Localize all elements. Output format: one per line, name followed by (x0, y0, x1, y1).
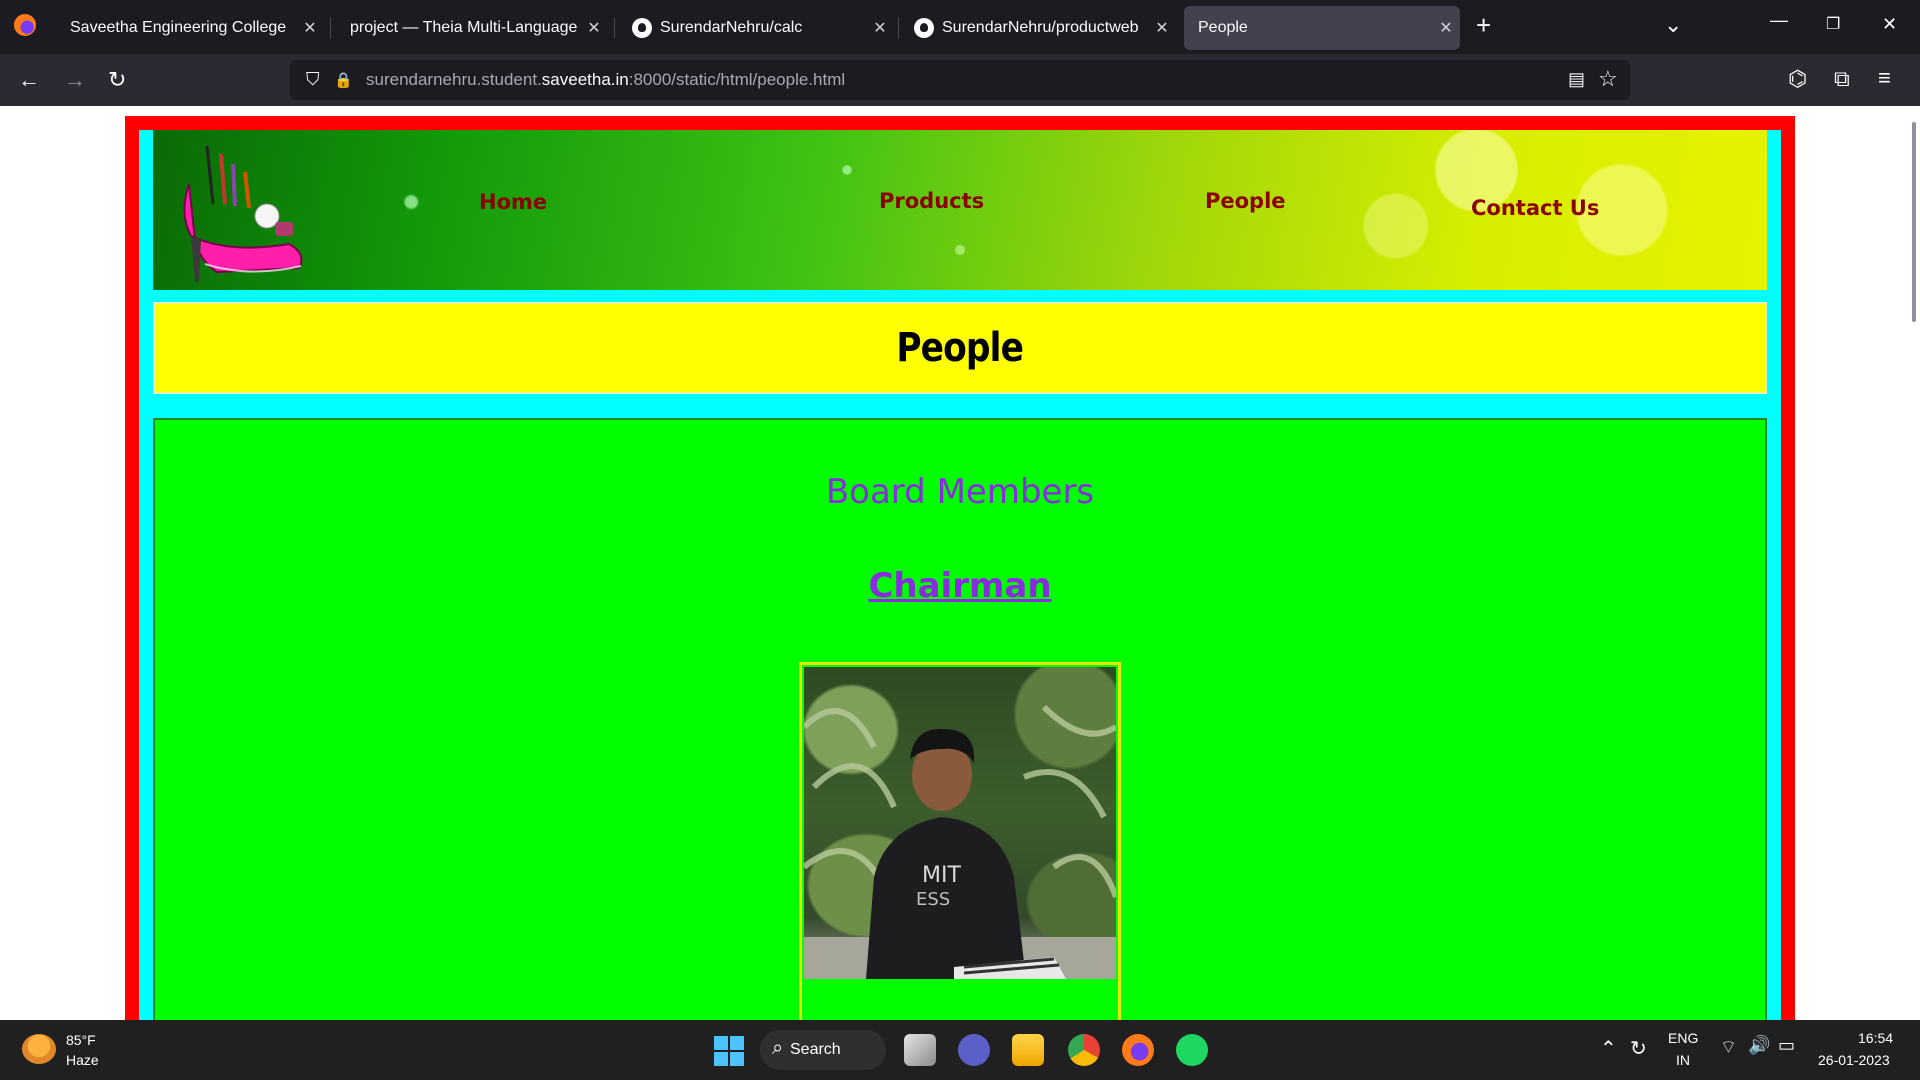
list-all-tabs-icon[interactable]: ⌄ (1664, 12, 1682, 38)
menu-link-home[interactable]: Home (479, 190, 547, 214)
wifi-icon[interactable]: ⌔ (1720, 1036, 1737, 1059)
menu-link-contact-us[interactable]: Contact Us (1471, 196, 1599, 220)
tab-saveetha[interactable]: Saveetha Engineering College ✕ (56, 6, 324, 50)
restore-icon[interactable]: ❐ (1826, 14, 1840, 34)
shoe-logo-icon (183, 145, 303, 282)
clock-date[interactable]: 26-01-2023 (1818, 1052, 1890, 1068)
url-suffix: :8000/static/html/people.html (628, 70, 846, 89)
page-title: People (896, 325, 1025, 371)
reload-button[interactable]: ↻ (108, 66, 126, 94)
tab-title: People (1198, 19, 1248, 36)
tab-github-calc[interactable]: SurendarNehru/calc ✕ (618, 6, 894, 50)
person-portrait-icon: MIT ESS (804, 704, 1116, 979)
chairman-link[interactable]: Chairman (155, 566, 1765, 606)
chevron-up-icon[interactable]: ⌃ (1600, 1036, 1617, 1061)
lock-icon[interactable]: 🔒 (334, 71, 353, 89)
extensions-icon[interactable]: ⧉ (1834, 65, 1850, 93)
pocket-icon[interactable]: ⌬ (1788, 65, 1807, 93)
close-tab-icon[interactable]: ✕ (296, 18, 324, 38)
url-text[interactable]: surendarnehru.student.saveetha.in:8000/s… (366, 70, 845, 90)
chat-icon[interactable] (958, 1034, 990, 1066)
content-section: Board Members Chairman MIT ESS (153, 418, 1767, 1020)
chairman-photo: MIT ESS (804, 667, 1116, 979)
close-tab-icon[interactable]: ✕ (580, 18, 608, 38)
language-indicator[interactable]: ENG (1668, 1030, 1698, 1046)
svg-text:ESS: ESS (916, 889, 950, 910)
weather-temperature[interactable]: 85°F (66, 1032, 96, 1048)
close-tab-icon[interactable]: ✕ (1432, 18, 1460, 38)
url-prefix: surendarnehru.student. (366, 70, 542, 89)
page-viewport[interactable]: Home Products People Contact Us People B… (0, 106, 1920, 1020)
tab-title: SurendarNehru/productweb (942, 19, 1139, 36)
inner-frame: Home Products People Contact Us People B… (139, 130, 1781, 1020)
tab-separator (614, 18, 615, 38)
menu-link-people[interactable]: People (1205, 189, 1286, 213)
tab-separator (898, 18, 899, 38)
address-bar[interactable]: ⛉ 🔒 surendarnehru.student.saveetha.in:80… (290, 60, 1630, 100)
windows-start-icon[interactable] (714, 1036, 744, 1066)
sync-icon[interactable]: ↻ (1630, 1036, 1647, 1061)
weather-haze-icon[interactable] (22, 1034, 56, 1064)
shield-icon[interactable]: ⛉ (306, 69, 320, 90)
close-tab-icon[interactable]: ✕ (1148, 18, 1176, 38)
back-button[interactable]: ← (18, 66, 40, 94)
new-tab-button[interactable]: + (1476, 10, 1491, 41)
menu-link-products[interactable]: Products (879, 189, 984, 213)
header-banner: Home Products People Contact Us (153, 130, 1767, 290)
task-view-icon[interactable] (904, 1034, 936, 1066)
tab-strip: Saveetha Engineering College ✕ project —… (0, 0, 1920, 54)
forward-button[interactable]: → (64, 66, 86, 94)
tab-github-productweb[interactable]: SurendarNehru/productweb ✕ (900, 6, 1176, 50)
firefox-icon[interactable] (1122, 1034, 1154, 1066)
outer-frame: Home Products People Contact Us People B… (125, 116, 1795, 1020)
close-window-icon[interactable]: ✕ (1882, 14, 1897, 35)
chairman-card: MIT ESS (799, 662, 1121, 1020)
bookmark-star-icon[interactable]: ☆ (1598, 66, 1618, 92)
region-indicator[interactable]: IN (1676, 1052, 1690, 1068)
taskbar-search[interactable]: Search (760, 1030, 886, 1070)
page-title-box: People (153, 302, 1767, 394)
battery-icon[interactable]: ▭ (1778, 1035, 1795, 1056)
tab-title: Saveetha Engineering College (70, 19, 287, 36)
file-explorer-icon[interactable] (1012, 1034, 1044, 1066)
app-menu-icon[interactable]: ≡ (1878, 64, 1891, 92)
windows-taskbar: 85°F Haze Search ⌃ ↻ ENG IN ⌔ 🔊 ▭ 16:54 … (0, 1020, 1920, 1080)
tab-separator (330, 18, 331, 38)
board-members-heading: Board Members (825, 472, 1095, 512)
tab-title: project — Theia Multi-Language Ex (350, 19, 580, 36)
volume-icon[interactable]: 🔊 (1748, 1035, 1770, 1056)
minimize-icon[interactable]: — (1770, 10, 1788, 31)
url-host: saveetha.in (541, 70, 629, 89)
github-icon (632, 18, 652, 38)
spotify-icon[interactable] (1176, 1034, 1208, 1066)
github-icon (914, 18, 934, 38)
chrome-icon[interactable] (1068, 1034, 1100, 1066)
firefox-menu-icon[interactable] (14, 14, 36, 36)
taskbar-search-label: Search (790, 1041, 841, 1058)
reader-view-icon[interactable]: ▤ (1568, 69, 1585, 90)
tab-title: SurendarNehru/calc (660, 19, 803, 36)
close-tab-icon[interactable]: ✕ (866, 18, 894, 38)
clock-time[interactable]: 16:54 (1858, 1030, 1893, 1046)
svg-text:MIT: MIT (922, 863, 961, 888)
tab-theia-project[interactable]: project — Theia Multi-Language Ex ✕ (336, 6, 608, 50)
scrollbar-thumb[interactable] (1912, 122, 1916, 322)
weather-description[interactable]: Haze (66, 1052, 99, 1068)
tab-people[interactable]: People ✕ (1184, 6, 1460, 50)
navigation-toolbar: ← → ↻ ⛉ 🔒 surendarnehru.student.saveetha… (0, 54, 1920, 106)
